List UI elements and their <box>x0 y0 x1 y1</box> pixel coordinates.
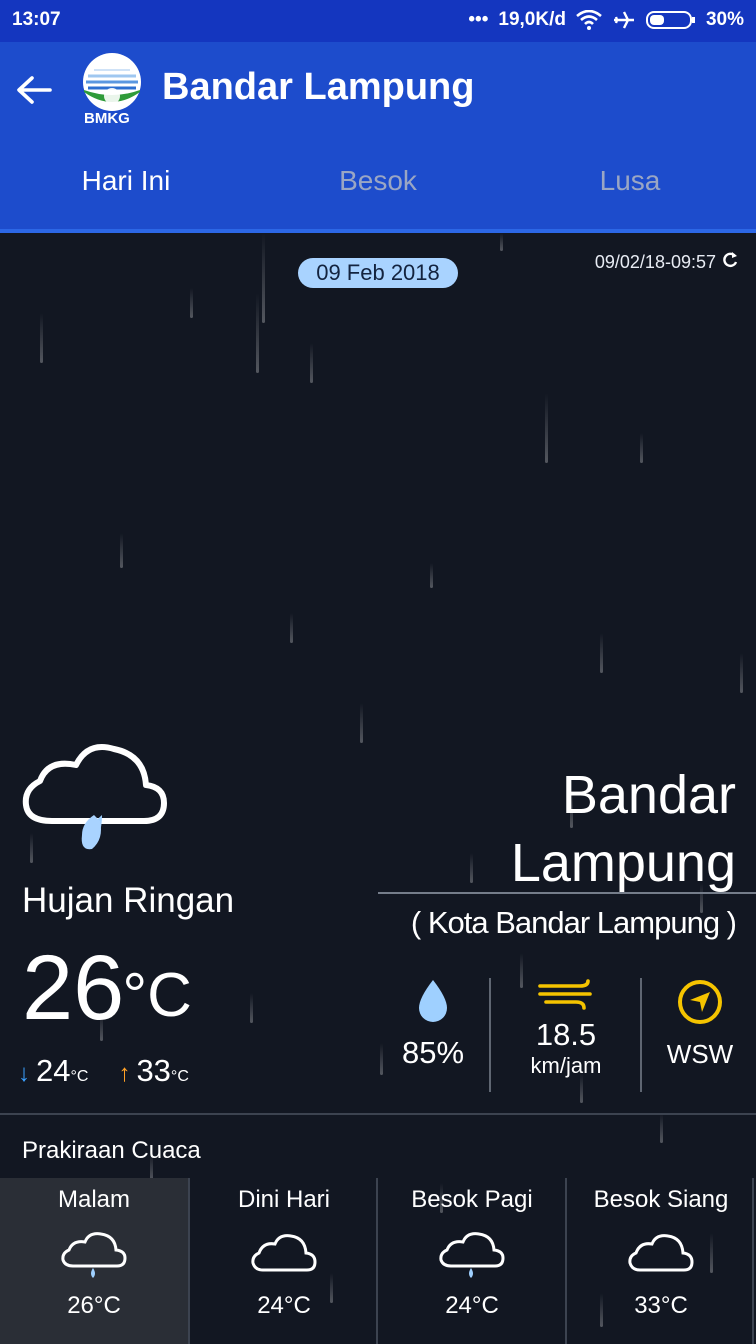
bmkg-logo: BMKG <box>80 52 144 132</box>
forecast-item[interactable]: Dini Hari 24°C <box>190 1178 378 1344</box>
wind-direction-stat: WSW <box>625 978 756 1088</box>
forecast-item[interactable]: Besok Pagi 24°C <box>378 1178 566 1344</box>
rain-streak <box>262 233 265 323</box>
rain-streak <box>290 613 293 643</box>
min-temp: 24 <box>36 1053 71 1088</box>
refresh-icon[interactable] <box>720 250 740 270</box>
status-bar: 13:07 ••• 19,0K/d 30% <box>0 0 756 42</box>
rain-streak <box>250 993 253 1023</box>
cloud-icon <box>628 1234 694 1272</box>
forecast-temp: 24°C <box>257 1292 311 1319</box>
compass-icon <box>678 980 722 1024</box>
rain-streak <box>190 288 193 318</box>
rain-streak <box>430 563 433 588</box>
forecast-temp: 26°C <box>67 1292 121 1319</box>
tab-lusa[interactable]: Lusa <box>504 144 756 222</box>
tab-bar: Hari Ini Besok Lusa <box>0 144 756 232</box>
rain-streak <box>545 393 548 463</box>
cloud-rain-icon <box>61 1232 127 1278</box>
forecast-item[interactable]: Besok Siang 33°C <box>567 1178 755 1344</box>
forecast-temp: 24°C <box>445 1292 499 1319</box>
rain-streak <box>40 313 43 363</box>
rain-streak <box>640 433 643 463</box>
app-title: Bandar Lampung <box>162 66 475 108</box>
wind-speed-value: 18.5 <box>535 1017 597 1052</box>
city-line-1: Bandar <box>561 765 736 825</box>
date-badge: 09 Feb 2018 <box>298 258 458 288</box>
city-name: Bandar Lampung <box>511 761 736 897</box>
forecast-item[interactable]: Malam 26°C <box>0 1178 188 1344</box>
wifi-icon <box>576 10 602 30</box>
bmkg-logo-text: BMKG <box>84 110 130 127</box>
temp-value: 26 <box>22 937 125 1039</box>
main-panel: 09 Feb 2018 09/02/18-09:57 Hujan Ringan … <box>0 233 756 1344</box>
rain-streak <box>600 633 603 673</box>
forecast-label: Malam <box>57 1186 130 1213</box>
tab-hari-ini[interactable]: Hari Ini <box>0 144 252 222</box>
humidity-value: 85% <box>401 1035 465 1070</box>
rain-streak <box>740 653 743 693</box>
temp-unit: °C <box>122 961 192 1030</box>
kota-name: ( Kota Bandar Lampung ) <box>410 905 737 940</box>
more-dots-icon: ••• <box>468 9 489 30</box>
tab-besok[interactable]: Besok <box>252 144 504 222</box>
current-temperature: 26°C <box>22 938 192 1038</box>
cloud-rain-icon <box>439 1232 505 1278</box>
status-right: ••• 19,0K/d 30% <box>468 9 744 31</box>
arrow-up-icon: ↑ <box>118 1060 131 1087</box>
city-divider <box>378 892 756 894</box>
condition-text: Hujan Ringan <box>22 881 235 920</box>
wind-speed-unit: km/jam <box>530 1053 602 1078</box>
rain-streak <box>470 853 473 883</box>
bmkg-emblem <box>83 53 141 111</box>
humidity-stat: 85% <box>358 978 508 1088</box>
rain-streak <box>500 233 503 251</box>
forecast-label: Besok Siang <box>593 1186 729 1213</box>
battery-level: 30% <box>705 9 744 30</box>
app-bar: BMKG Bandar Lampung Hari Ini Besok Lusa <box>0 42 756 234</box>
updated-time: 09/02/18-09:57 <box>594 252 716 272</box>
forecast-title: Prakiraan Cuaca <box>22 1137 201 1164</box>
rain-streak <box>120 533 123 568</box>
max-temp: 33 <box>136 1053 171 1088</box>
rain-streak <box>256 293 259 373</box>
network-speed: 19,0K/d <box>498 9 566 30</box>
cloud-icon <box>251 1234 317 1272</box>
max-temp-unit: °C <box>170 1068 189 1085</box>
min-max-temp: ↓ 24 °C ↑ 33 °C <box>18 1053 219 1089</box>
min-temp-unit: °C <box>70 1068 89 1085</box>
rain-streak <box>660 1113 663 1143</box>
city-line-2: Lampung <box>510 833 736 893</box>
forecast-temp: 33°C <box>634 1292 688 1319</box>
forecast-divider <box>752 1178 754 1344</box>
wind-stat: 18.5 km/jam <box>491 978 641 1088</box>
rain-streak <box>360 703 363 743</box>
arrow-left-icon[interactable] <box>14 70 54 110</box>
status-time: 13:07 <box>12 9 61 30</box>
airplane-icon <box>613 11 634 29</box>
wind-direction-value: WSW <box>666 1039 734 1069</box>
cloud-rain-icon <box>22 744 167 850</box>
wind-icon <box>538 979 592 1010</box>
battery-icon <box>645 11 695 29</box>
water-drop-icon <box>419 980 447 1022</box>
arrow-down-icon: ↓ <box>18 1060 30 1087</box>
section-divider <box>0 1113 756 1115</box>
forecast-label: Besok Pagi <box>411 1186 533 1213</box>
forecast-label: Dini Hari <box>237 1186 330 1213</box>
rain-streak <box>310 343 313 383</box>
